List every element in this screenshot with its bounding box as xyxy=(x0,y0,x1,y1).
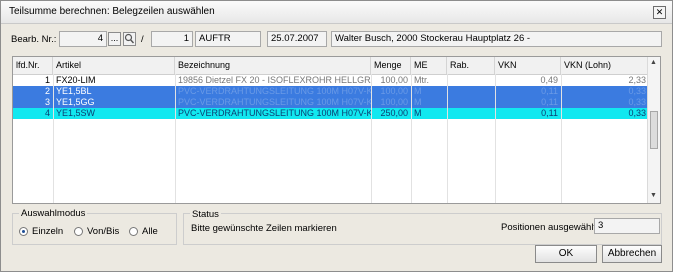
positions-selected-label: Positionen ausgewählt: xyxy=(501,222,599,233)
cell-me: Mtr. xyxy=(414,75,429,85)
cell-lohn: 2,33 xyxy=(628,75,646,85)
cell-bez: 19856 Dietzel FX 20 - ISOFLEXROHR HELLGR… xyxy=(178,75,371,85)
cell-artikel: YE1,5GG xyxy=(56,97,95,107)
cell-artikel: YE1,5BL xyxy=(56,86,92,96)
cell-menge: 100,00 xyxy=(380,86,408,96)
col-lfd-nr[interactable]: lfd.Nr. xyxy=(13,57,53,74)
column-divider xyxy=(411,74,412,203)
positions-selected-count: 3 xyxy=(594,218,660,234)
cell-lohn: 0,33 xyxy=(628,97,646,107)
cell-rab xyxy=(447,75,495,86)
cell-artikel: YE1,5SW xyxy=(56,108,96,118)
cell-bez: PVC-VERDRAHTUNGSLEITUNG 100M H07V-K 1,5 … xyxy=(178,86,371,96)
cell-lohn: 0,33 xyxy=(628,108,646,118)
scroll-down-icon[interactable]: ▼ xyxy=(650,192,657,199)
cell-me: M xyxy=(414,108,422,118)
date-field: 25.07.2007 xyxy=(267,31,327,47)
cell-vkn: 0,11 xyxy=(541,86,558,96)
status-label: Status xyxy=(190,209,221,220)
browse-button[interactable]: ... xyxy=(108,32,121,46)
status-text: Bitte gewünschte Zeilen markieren xyxy=(191,223,337,234)
radio-alle[interactable] xyxy=(129,227,138,236)
column-divider xyxy=(371,74,372,203)
scroll-up-icon[interactable]: ▲ xyxy=(650,59,657,66)
table-header: lfd.Nr. Artikel Bezeichnung Menge ME Rab… xyxy=(13,57,649,75)
cell-rab xyxy=(447,97,495,108)
customer-field: Walter Busch, 2000 Stockerau Hauptplatz … xyxy=(331,31,662,47)
cancel-button[interactable]: Abbrechen xyxy=(602,245,662,263)
cell-me: M xyxy=(414,86,422,96)
slash-separator: / xyxy=(141,34,144,45)
column-divider xyxy=(175,74,176,203)
col-me[interactable]: ME xyxy=(411,57,447,74)
ok-button[interactable]: OK xyxy=(535,245,597,263)
cell-menge: 100,00 xyxy=(380,75,408,85)
col-artikel[interactable]: Artikel xyxy=(53,57,175,74)
cell-me: M xyxy=(414,97,422,107)
col-rab[interactable]: Rab. xyxy=(447,57,495,74)
cell-vkn: 0,49 xyxy=(540,75,558,85)
cell-nr: 1 xyxy=(44,75,50,85)
col-vkn-lohn[interactable]: VKN (Lohn) xyxy=(561,57,649,74)
window-title: Teilsumme berechnen: Belegzeilen auswähl… xyxy=(9,6,215,17)
cell-nr: 4 xyxy=(44,108,50,118)
table-row[interactable]: 3 YE1,5GG PVC-VERDRAHTUNGSLEITUNG 100M H07… xyxy=(13,97,649,108)
cell-menge: 250,00 xyxy=(380,108,408,118)
radio-von-bis[interactable] xyxy=(74,227,83,236)
column-divider xyxy=(561,74,562,203)
line-items-table[interactable]: lfd.Nr. Artikel Bezeichnung Menge ME Rab… xyxy=(12,56,661,204)
cell-vkn: 0,11 xyxy=(541,97,558,107)
cell-nr: 3 xyxy=(44,97,50,107)
sub-nr-field[interactable]: 1 xyxy=(151,31,193,47)
cell-artikel: FX20-LIM xyxy=(56,75,96,85)
cell-rab xyxy=(447,86,495,97)
cell-bez: PVC-VERDRAHTUNGSLEITUNG 100M H07V-K 1,5 … xyxy=(178,108,371,118)
cell-lohn: 0,33 xyxy=(628,86,646,96)
radio-von-bis-label[interactable]: Von/Bis xyxy=(87,226,119,237)
doc-type-field: AUFTR xyxy=(195,31,261,47)
table-row[interactable]: 1 FX20-LIM 19856 Dietzel FX 20 - ISOFLEXRO… xyxy=(13,75,649,86)
cell-bez: PVC-VERDRAHTUNGSLEITUNG 100M H07V-K 1,5 … xyxy=(178,97,371,107)
cell-nr: 2 xyxy=(44,86,50,96)
bearb-nr-field[interactable]: 4 xyxy=(59,31,107,47)
cell-rab xyxy=(447,108,495,119)
cell-menge: 100,00 xyxy=(380,97,408,107)
title-bar: Teilsumme berechnen: Belegzeilen auswähl… xyxy=(1,1,672,24)
vertical-scrollbar[interactable]: ▲ ▼ xyxy=(647,57,660,203)
radio-einzeln-label[interactable]: Einzeln xyxy=(32,226,63,237)
col-menge[interactable]: Menge xyxy=(371,57,411,74)
selection-mode-label: Auswahlmodus xyxy=(19,208,88,219)
dialog-window: Teilsumme berechnen: Belegzeilen auswähl… xyxy=(0,0,673,272)
table-row[interactable]: 4 YE1,5SW PVC-VERDRAHTUNGSLEITUNG 100M H07… xyxy=(13,108,649,119)
col-vkn[interactable]: VKN xyxy=(495,57,561,74)
col-bezeichnung[interactable]: Bezeichnung xyxy=(175,57,371,74)
bearb-nr-label: Bearb. Nr.: xyxy=(11,34,57,45)
column-divider xyxy=(447,74,448,203)
column-divider xyxy=(53,74,54,203)
column-divider xyxy=(495,74,496,203)
radio-alle-label[interactable]: Alle xyxy=(142,226,158,237)
cell-vkn: 0,11 xyxy=(541,108,558,118)
close-icon[interactable]: ✕ xyxy=(653,6,666,19)
scroll-thumb[interactable] xyxy=(650,111,658,149)
radio-einzeln[interactable] xyxy=(19,227,28,236)
magnifier-icon[interactable] xyxy=(123,32,136,46)
table-row[interactable]: 2 YE1,5BL PVC-VERDRAHTUNGSLEITUNG 100M H07… xyxy=(13,86,649,97)
